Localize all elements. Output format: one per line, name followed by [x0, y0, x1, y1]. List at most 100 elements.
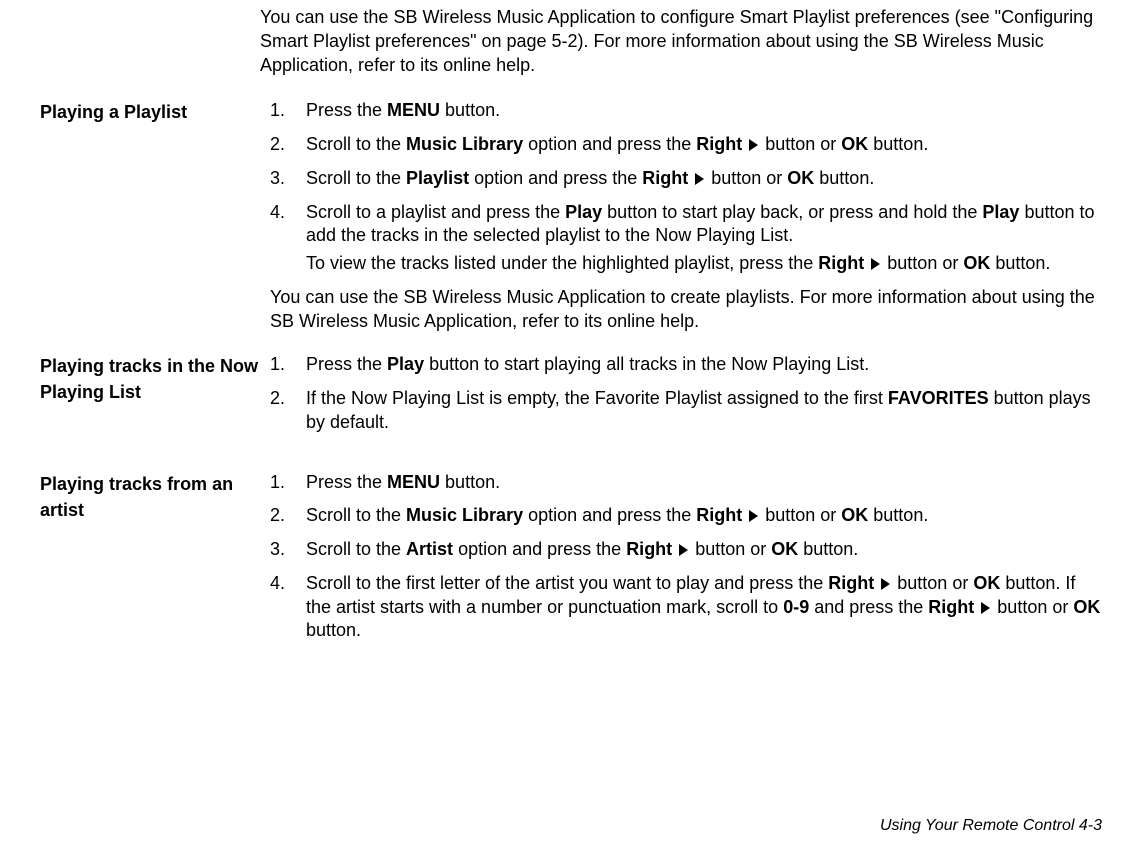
- step-text-bold: Play: [982, 202, 1019, 222]
- intro-paragraph: You can use the SB Wireless Music Applic…: [260, 6, 1102, 77]
- step-text-part: Scroll to the: [306, 168, 406, 188]
- steps-now-playing: 1. Press the Play button to start playin…: [270, 353, 1102, 434]
- step-text-part: Scroll to the first letter of the artist…: [306, 573, 828, 593]
- body-playing-a-playlist: 1. Press the MENU button. 2. Scroll to t…: [270, 99, 1102, 339]
- section-artist: Playing tracks from an artist 1. Press t…: [40, 471, 1102, 654]
- step-text-part: Scroll to the: [306, 134, 406, 154]
- step-number: 1.: [270, 353, 306, 377]
- step-text-bold: Right: [696, 134, 742, 154]
- after-paragraph: You can use the SB Wireless Music Applic…: [270, 286, 1102, 334]
- step-number: 2.: [270, 133, 306, 157]
- step-text-bold: OK: [973, 573, 1000, 593]
- step-text: Scroll to the Music Library option and p…: [306, 504, 1102, 528]
- step-3: 3. Scroll to the Playlist option and pre…: [270, 167, 1102, 191]
- page: You can use the SB Wireless Music Applic…: [0, 0, 1132, 855]
- heading-now-playing: Playing tracks in the Now Playing List: [40, 353, 270, 405]
- section-playing-a-playlist: Playing a Playlist 1. Press the MENU but…: [40, 99, 1102, 339]
- step-text-part: button.: [868, 134, 928, 154]
- step-text-part: Scroll to a playlist and press the: [306, 202, 565, 222]
- step-1: 1. Press the Play button to start playin…: [270, 353, 1102, 377]
- step-3: 3. Scroll to the Artist option and press…: [270, 538, 1102, 562]
- step-text-part: To view the tracks listed under the high…: [306, 253, 818, 273]
- step-text-part: Press the: [306, 472, 387, 492]
- step-2: 2. Scroll to the Music Library option an…: [270, 504, 1102, 528]
- step-text-part: button.: [990, 253, 1050, 273]
- step-number: 1.: [270, 99, 306, 123]
- step-text-bold: Right: [626, 539, 672, 559]
- arrow-right-icon: [679, 544, 688, 556]
- body-artist: 1. Press the MENU button. 2. Scroll to t…: [270, 471, 1102, 654]
- step-text: Scroll to the Playlist option and press …: [306, 167, 1102, 191]
- step-text-bold: OK: [1073, 597, 1100, 617]
- step-text-part: Scroll to the: [306, 539, 406, 559]
- step-text-part: button.: [814, 168, 874, 188]
- step-text-part: button or: [992, 597, 1073, 617]
- step-number: 2.: [270, 387, 306, 411]
- step-number: 2.: [270, 504, 306, 528]
- arrow-right-icon: [871, 258, 880, 270]
- step-text-part: button.: [440, 472, 500, 492]
- step-number: 3.: [270, 167, 306, 191]
- step-text: Scroll to the Artist option and press th…: [306, 538, 1102, 562]
- step-text-bold: FAVORITES: [888, 388, 989, 408]
- step-text-part: and press the: [809, 597, 928, 617]
- step-text-part: button or: [892, 573, 973, 593]
- step-text-bold: OK: [771, 539, 798, 559]
- steps-artist: 1. Press the MENU button. 2. Scroll to t…: [270, 471, 1102, 644]
- arrow-right-icon: [749, 139, 758, 151]
- arrow-right-icon: [981, 602, 990, 614]
- step-number: 4.: [270, 201, 306, 225]
- step-text-part: option and press the: [469, 168, 642, 188]
- step-subtext: To view the tracks listed under the high…: [306, 252, 1102, 276]
- step-2: 2. Scroll to the Music Library option an…: [270, 133, 1102, 157]
- step-text-bold: Right: [642, 168, 688, 188]
- arrow-right-icon: [881, 578, 890, 590]
- step-text-part: button or: [760, 134, 841, 154]
- step-text: Press the Play button to start playing a…: [306, 353, 1102, 377]
- step-1: 1. Press the MENU button.: [270, 99, 1102, 123]
- step-text-part: option and press the: [523, 505, 696, 525]
- step-number: 1.: [270, 471, 306, 495]
- step-text-bold: Playlist: [406, 168, 469, 188]
- step-number: 4.: [270, 572, 306, 596]
- step-4: 4. Scroll to the first letter of the art…: [270, 572, 1102, 643]
- step-text-bold: Play: [387, 354, 424, 374]
- step-text-bold: OK: [841, 505, 868, 525]
- step-2: 2. If the Now Playing List is empty, the…: [270, 387, 1102, 435]
- step-4: 4. Scroll to a playlist and press the Pl…: [270, 201, 1102, 276]
- step-text-bold: OK: [841, 134, 868, 154]
- step-text-bold: Right: [818, 253, 864, 273]
- step-text-bold: Right: [928, 597, 974, 617]
- step-text-bold: OK: [787, 168, 814, 188]
- step-text-part: If the Now Playing List is empty, the Fa…: [306, 388, 888, 408]
- step-text-part: button or: [882, 253, 963, 273]
- step-text-part: button.: [306, 620, 361, 640]
- arrow-right-icon: [749, 510, 758, 522]
- step-text: Scroll to the Music Library option and p…: [306, 133, 1102, 157]
- steps-playing-a-playlist: 1. Press the MENU button. 2. Scroll to t…: [270, 99, 1102, 276]
- step-text-part: option and press the: [523, 134, 696, 154]
- step-1: 1. Press the MENU button.: [270, 471, 1102, 495]
- step-number: 3.: [270, 538, 306, 562]
- arrow-right-icon: [695, 173, 704, 185]
- step-text-part: button or: [760, 505, 841, 525]
- step-text: Press the MENU button.: [306, 99, 1102, 123]
- step-text-part: button to start play back, or press and …: [602, 202, 982, 222]
- step-text-bold: MENU: [387, 472, 440, 492]
- step-text-part: Press the: [306, 354, 387, 374]
- step-text-bold: MENU: [387, 100, 440, 120]
- step-text-bold: OK: [963, 253, 990, 273]
- step-text-part: button or: [690, 539, 771, 559]
- step-text-part: button to start playing all tracks in th…: [424, 354, 869, 374]
- step-text-part: button.: [440, 100, 500, 120]
- step-text: Scroll to the first letter of the artist…: [306, 572, 1102, 643]
- section-now-playing: Playing tracks in the Now Playing List 1…: [40, 353, 1102, 444]
- page-footer: Using Your Remote Control 4-3: [880, 817, 1102, 835]
- step-text-part: Press the: [306, 100, 387, 120]
- heading-artist: Playing tracks from an artist: [40, 471, 270, 523]
- step-text-part: button.: [798, 539, 858, 559]
- step-text-part: button.: [868, 505, 928, 525]
- heading-playing-a-playlist: Playing a Playlist: [40, 99, 270, 125]
- step-text: If the Now Playing List is empty, the Fa…: [306, 387, 1102, 435]
- step-text-part: button or: [706, 168, 787, 188]
